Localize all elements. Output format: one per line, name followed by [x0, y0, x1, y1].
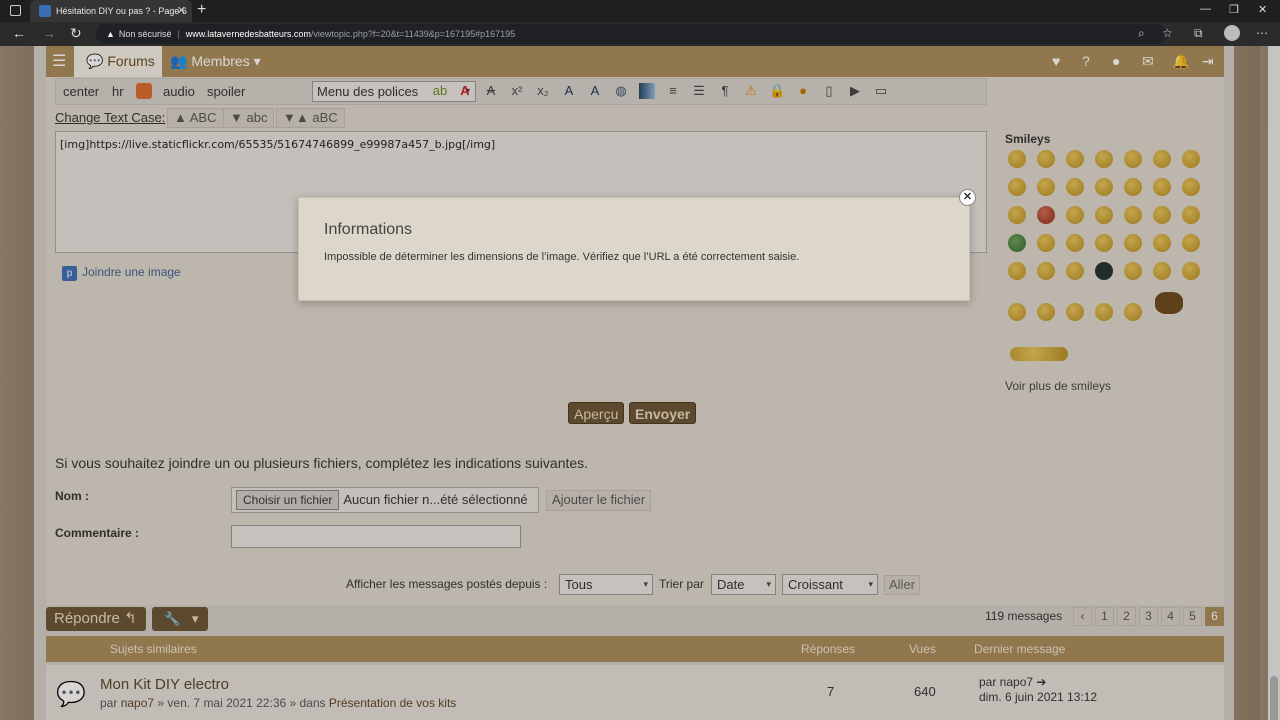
- profile-avatar[interactable]: [1224, 25, 1240, 41]
- back-icon[interactable]: ←: [12, 25, 26, 41]
- close-tab-icon[interactable]: ✕: [177, 0, 186, 22]
- new-tab-icon[interactable]: +: [197, 1, 206, 19]
- reload-icon[interactable]: ↻: [70, 25, 82, 42]
- forward-icon[interactable]: →: [42, 25, 56, 41]
- browser-tab[interactable]: Hésitation DIY ou pas ? - Page 6 ✕: [30, 0, 192, 22]
- url-field[interactable]: ▲ Non sécurisé | www.latavernedesbatteurs.c…: [96, 24, 1166, 44]
- browser-tabbar: Hésitation DIY ou pas ? - Page 6 ✕ + — ❐…: [0, 0, 1280, 22]
- url-host: www.latavernedesbatteurs.com: [185, 29, 311, 39]
- security-label: Non sécurisé: [118, 29, 172, 39]
- minimize-icon[interactable]: —: [1200, 3, 1211, 15]
- url-path: /viewtopic.php?f=20&t=11439&p=167195#p16…: [310, 29, 516, 39]
- collections-icon[interactable]: ⧉: [1194, 26, 1203, 41]
- warning-icon: ▲: [106, 29, 115, 39]
- address-bar-row: ← → ↻ ▲ Non sécurisé | www.latavernedesbatt…: [0, 22, 1280, 46]
- modal-message: Impossible de déterminer les dimensions …: [324, 251, 800, 263]
- close-window-icon[interactable]: ✕: [1258, 3, 1267, 16]
- info-modal: Informations Impossible de déterminer le…: [298, 197, 970, 301]
- restore-icon[interactable]: ❐: [1229, 3, 1239, 16]
- favorites-icon[interactable]: ☆: [1162, 26, 1173, 40]
- modal-backdrop[interactable]: [0, 46, 1280, 720]
- close-icon[interactable]: ✕: [959, 189, 976, 206]
- tab-title: Hésitation DIY ou pas ? - Page 6: [56, 6, 187, 16]
- zoom-icon[interactable]: ⌕: [1138, 26, 1145, 41]
- more-icon[interactable]: ⋯: [1256, 26, 1268, 40]
- window-menu-icon[interactable]: [10, 5, 21, 16]
- modal-title: Informations: [324, 221, 413, 238]
- favicon-icon: [39, 5, 51, 17]
